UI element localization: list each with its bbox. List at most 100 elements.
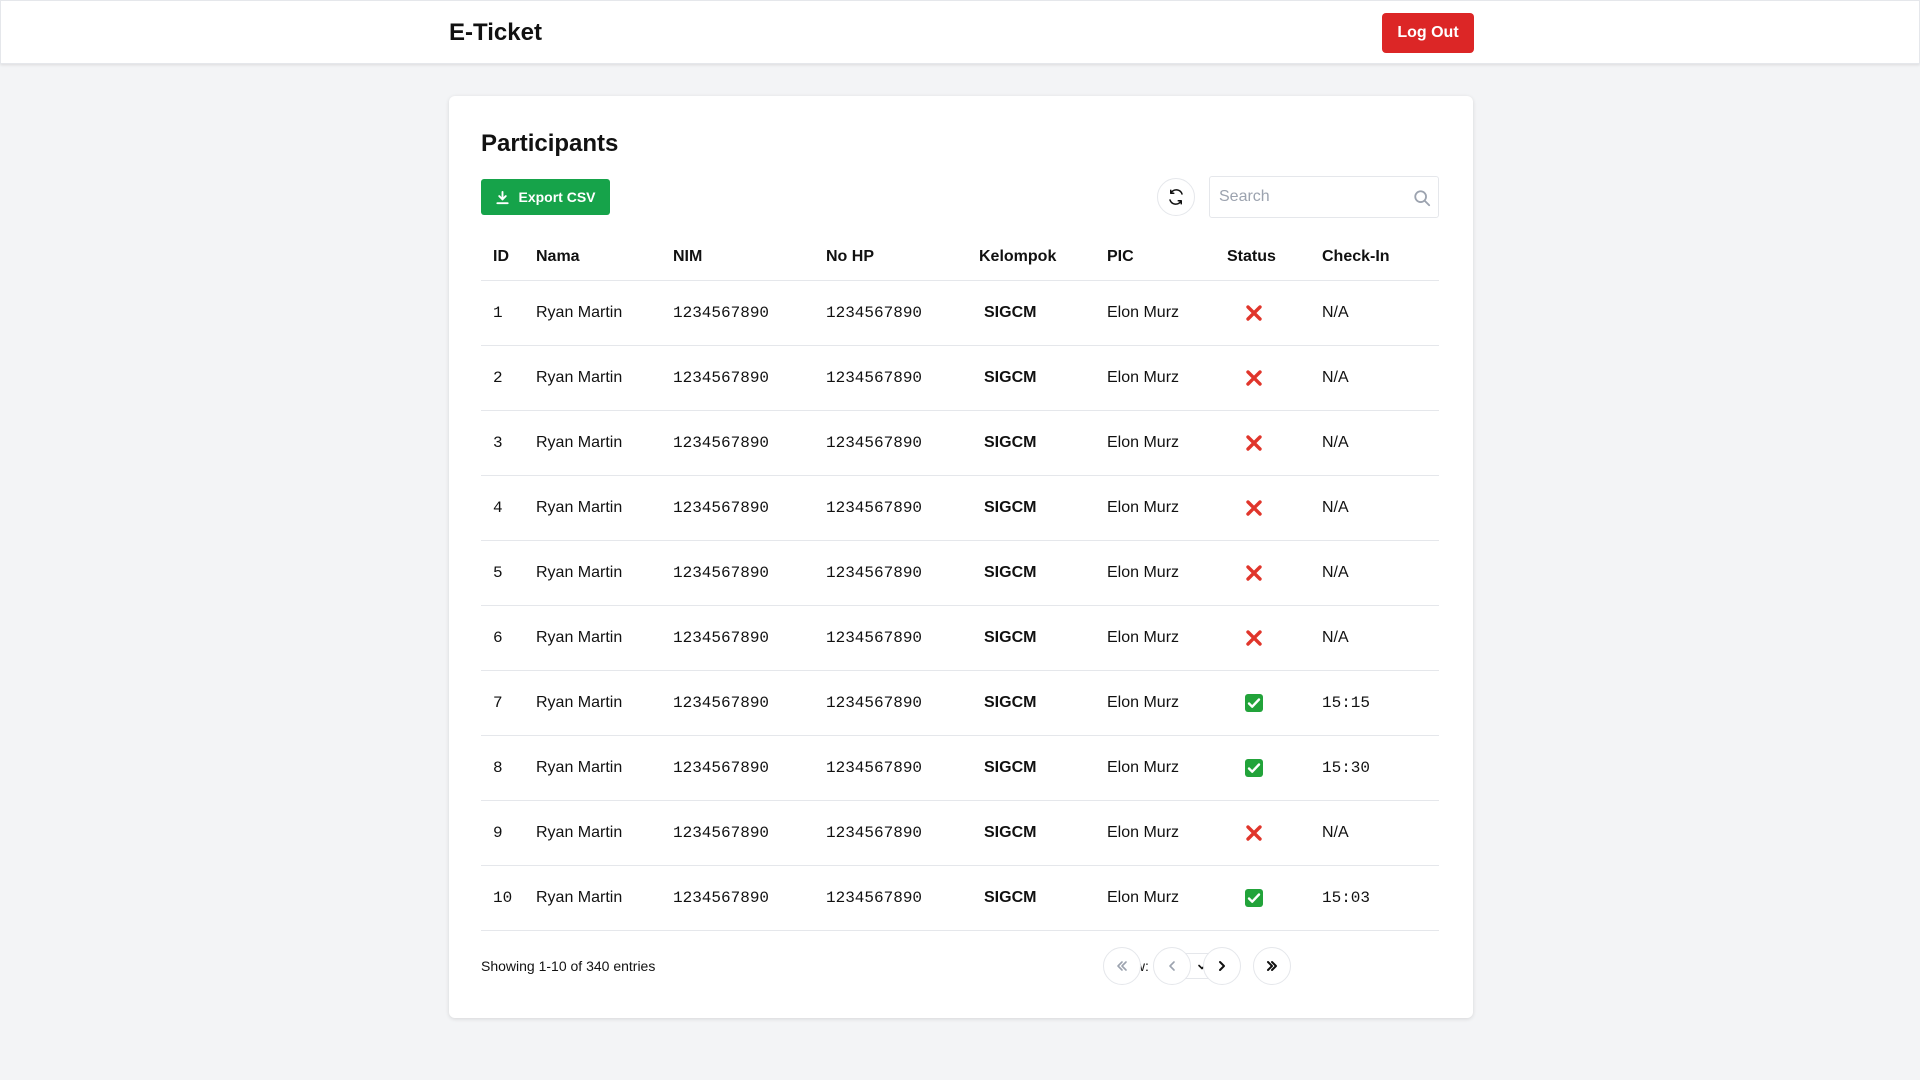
cell-no-hp: 1234567890 [826, 735, 979, 801]
red-x-icon [1244, 303, 1264, 323]
cell-kelompok: SIGCM [979, 540, 1107, 606]
green-check-icon [1244, 758, 1264, 778]
download-icon [496, 190, 510, 204]
cell-pic: Elon Murz [1107, 605, 1227, 671]
table-row[interactable]: 5 Ryan Martin 1234567890 1234567890 SIGCM Elo… [481, 540, 1439, 606]
red-x-icon [1244, 498, 1264, 518]
cell-nim: 1234567890 [673, 670, 826, 736]
cell-id: 9 [481, 800, 536, 866]
refresh-button[interactable] [1157, 178, 1195, 216]
column-header-nim[interactable]: NIM [673, 234, 826, 281]
cell-nim: 1234567890 [673, 345, 826, 411]
table-row[interactable]: 4 Ryan Martin 1234567890 1234567890 SIGCM Elo… [481, 475, 1439, 541]
table-row[interactable]: 6 Ryan Martin 1234567890 1234567890 SIGCM Elo… [481, 605, 1439, 671]
cell-nama: Ryan Martin [536, 865, 673, 931]
red-x-icon [1244, 368, 1264, 388]
cell-no-hp: 1234567890 [826, 410, 979, 476]
cell-no-hp: 1234567890 [826, 475, 979, 541]
cell-status [1227, 735, 1322, 801]
cell-check-in: 15:30 [1322, 735, 1439, 801]
cell-id: 10 [481, 865, 536, 931]
entries-summary: Showing 1-10 of 340 entries [481, 958, 656, 974]
cell-no-hp: 1234567890 [826, 670, 979, 736]
cell-status [1227, 410, 1322, 476]
cell-nim: 1234567890 [673, 800, 826, 866]
cell-nama: Ryan Martin [536, 475, 673, 541]
red-x-icon [1244, 433, 1264, 453]
cell-kelompok: SIGCM [979, 280, 1107, 346]
cell-check-in: 15:03 [1322, 865, 1439, 931]
last-page-button[interactable] [1253, 947, 1291, 985]
cell-pic: Elon Murz [1107, 540, 1227, 606]
table-row[interactable]: 10 Ryan Martin 1234567890 1234567890 SIGCM El… [481, 865, 1439, 931]
column-header-pic[interactable]: PIC [1107, 234, 1227, 281]
cell-nama: Ryan Martin [536, 345, 673, 411]
cell-kelompok: SIGCM [979, 410, 1107, 476]
cell-nim: 1234567890 [673, 865, 826, 931]
search-icon[interactable] [1413, 189, 1431, 207]
table-row[interactable]: 8 Ryan Martin 1234567890 1234567890 SIGCM Elo… [481, 735, 1439, 801]
chevron-left-icon [1169, 961, 1175, 971]
export-csv-label: Export CSV [518, 189, 596, 205]
logout-button[interactable]: Log Out [1382, 13, 1474, 53]
table-row[interactable]: 7 Ryan Martin 1234567890 1234567890 SIGCM Elo… [481, 670, 1439, 736]
cell-no-hp: 1234567890 [826, 280, 979, 346]
cell-kelompok: SIGCM [979, 735, 1107, 801]
previous-page-button[interactable] [1153, 947, 1191, 985]
cell-no-hp: 1234567890 [826, 540, 979, 606]
cell-nama: Ryan Martin [536, 410, 673, 476]
red-x-icon [1244, 823, 1264, 843]
cell-no-hp: 1234567890 [826, 865, 979, 931]
cell-check-in: 15:15 [1322, 670, 1439, 736]
table-row[interactable]: 3 Ryan Martin 1234567890 1234567890 SIGCM Elo… [481, 410, 1439, 476]
cell-check-in: N/A [1322, 800, 1439, 866]
cell-pic: Elon Murz [1107, 475, 1227, 541]
chevrons-right-icon [1267, 961, 1277, 971]
column-header-nama[interactable]: Nama [536, 234, 673, 281]
cell-status [1227, 865, 1322, 931]
cell-check-in: N/A [1322, 475, 1439, 541]
brand-title: E-Ticket [449, 19, 542, 46]
cell-pic: Elon Murz [1107, 800, 1227, 866]
cell-check-in: N/A [1322, 410, 1439, 476]
cell-kelompok: SIGCM [979, 800, 1107, 866]
cell-status [1227, 800, 1322, 866]
table-row[interactable]: 9 Ryan Martin 1234567890 1234567890 SIGCM Elo… [481, 800, 1439, 866]
table-row[interactable]: 2 Ryan Martin 1234567890 1234567890 SIGCM Elo… [481, 345, 1439, 411]
cell-status [1227, 280, 1322, 346]
column-header-status[interactable]: Status [1227, 234, 1322, 281]
cell-no-hp: 1234567890 [826, 800, 979, 866]
column-header-kelompok[interactable]: Kelompok [979, 234, 1107, 281]
table-row[interactable]: 1 Ryan Martin 1234567890 1234567890 SIGCM Elo… [481, 280, 1439, 346]
search-input[interactable] [1210, 177, 1400, 217]
cell-no-hp: 1234567890 [826, 605, 979, 671]
cell-nama: Ryan Martin [536, 280, 673, 346]
cell-kelompok: SIGCM [979, 865, 1107, 931]
export-csv-button[interactable]: Export CSV [481, 179, 610, 215]
cell-id: 3 [481, 410, 536, 476]
refresh-icon [1169, 189, 1183, 205]
cell-pic: Elon Murz [1107, 865, 1227, 931]
cell-nama: Ryan Martin [536, 670, 673, 736]
participants-table: ID Nama NIM No HP Kelompok PIC Status Ch… [481, 234, 1439, 931]
cell-id: 4 [481, 475, 536, 541]
cell-id: 7 [481, 670, 536, 736]
cell-kelompok: SIGCM [979, 670, 1107, 736]
cell-pic: Elon Murz [1107, 345, 1227, 411]
first-page-button[interactable] [1103, 947, 1141, 985]
column-header-check-in[interactable]: Check-In [1322, 234, 1439, 281]
column-header-id[interactable]: ID [481, 234, 536, 281]
cell-status [1227, 605, 1322, 671]
table-header-row: ID Nama NIM No HP Kelompok PIC Status Ch… [481, 234, 1439, 281]
cell-check-in: N/A [1322, 280, 1439, 346]
cell-kelompok: SIGCM [979, 345, 1107, 411]
cell-kelompok: SIGCM [979, 475, 1107, 541]
column-header-no-hp[interactable]: No HP [826, 234, 979, 281]
next-page-button[interactable] [1203, 947, 1241, 985]
cell-no-hp: 1234567890 [826, 345, 979, 411]
cell-pic: Elon Murz [1107, 670, 1227, 736]
cell-nama: Ryan Martin [536, 605, 673, 671]
search-box [1209, 176, 1439, 218]
red-x-icon [1244, 563, 1264, 583]
cell-nim: 1234567890 [673, 540, 826, 606]
